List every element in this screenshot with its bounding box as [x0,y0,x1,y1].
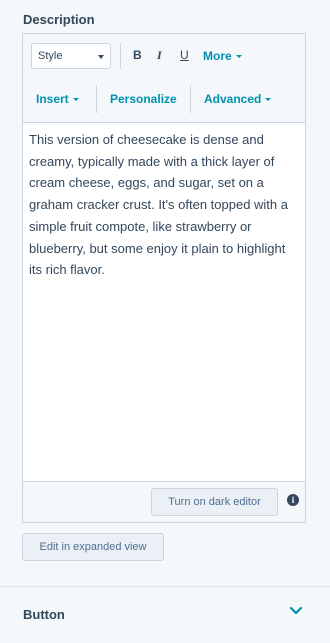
toolbar-divider [120,43,121,69]
chevron-down-icon [72,98,79,102]
editor-toolbar: Style B I U More Insert Personalize Adva… [23,34,305,123]
insert-label: Insert [36,92,69,106]
advanced-dropdown[interactable]: Advanced [204,92,272,106]
dark-editor-button[interactable]: Turn on dark editor [151,488,278,516]
editor-footer: Turn on dark editor i [23,481,305,522]
style-select[interactable]: Style [31,43,111,69]
chevron-down-icon [265,98,272,102]
more-label: More [203,49,232,63]
insert-dropdown[interactable]: Insert [36,92,79,106]
info-icon[interactable]: i [287,494,299,506]
section-divider [0,586,330,587]
toolbar-divider [96,85,97,113]
chevron-down-icon [235,55,242,59]
chevron-down-icon [98,55,104,59]
advanced-label: Advanced [204,92,262,106]
underline-button[interactable]: U [180,48,189,62]
expanded-view-button[interactable]: Edit in expanded view [22,533,164,561]
more-dropdown[interactable]: More [203,49,242,63]
button-section-header[interactable]: Button [23,607,65,622]
bold-button[interactable]: B [133,48,142,62]
italic-button[interactable]: I [157,48,162,63]
style-select-label: Style [38,50,63,62]
personalize-button[interactable]: Personalize [110,92,177,106]
editor-content[interactable]: This version of cheesecake is dense and … [29,129,301,281]
rich-text-editor: Style B I U More Insert Personalize Adva… [22,33,306,523]
chevron-down-icon[interactable] [289,606,303,616]
toolbar-divider [190,85,191,113]
description-label: Description [23,12,95,27]
